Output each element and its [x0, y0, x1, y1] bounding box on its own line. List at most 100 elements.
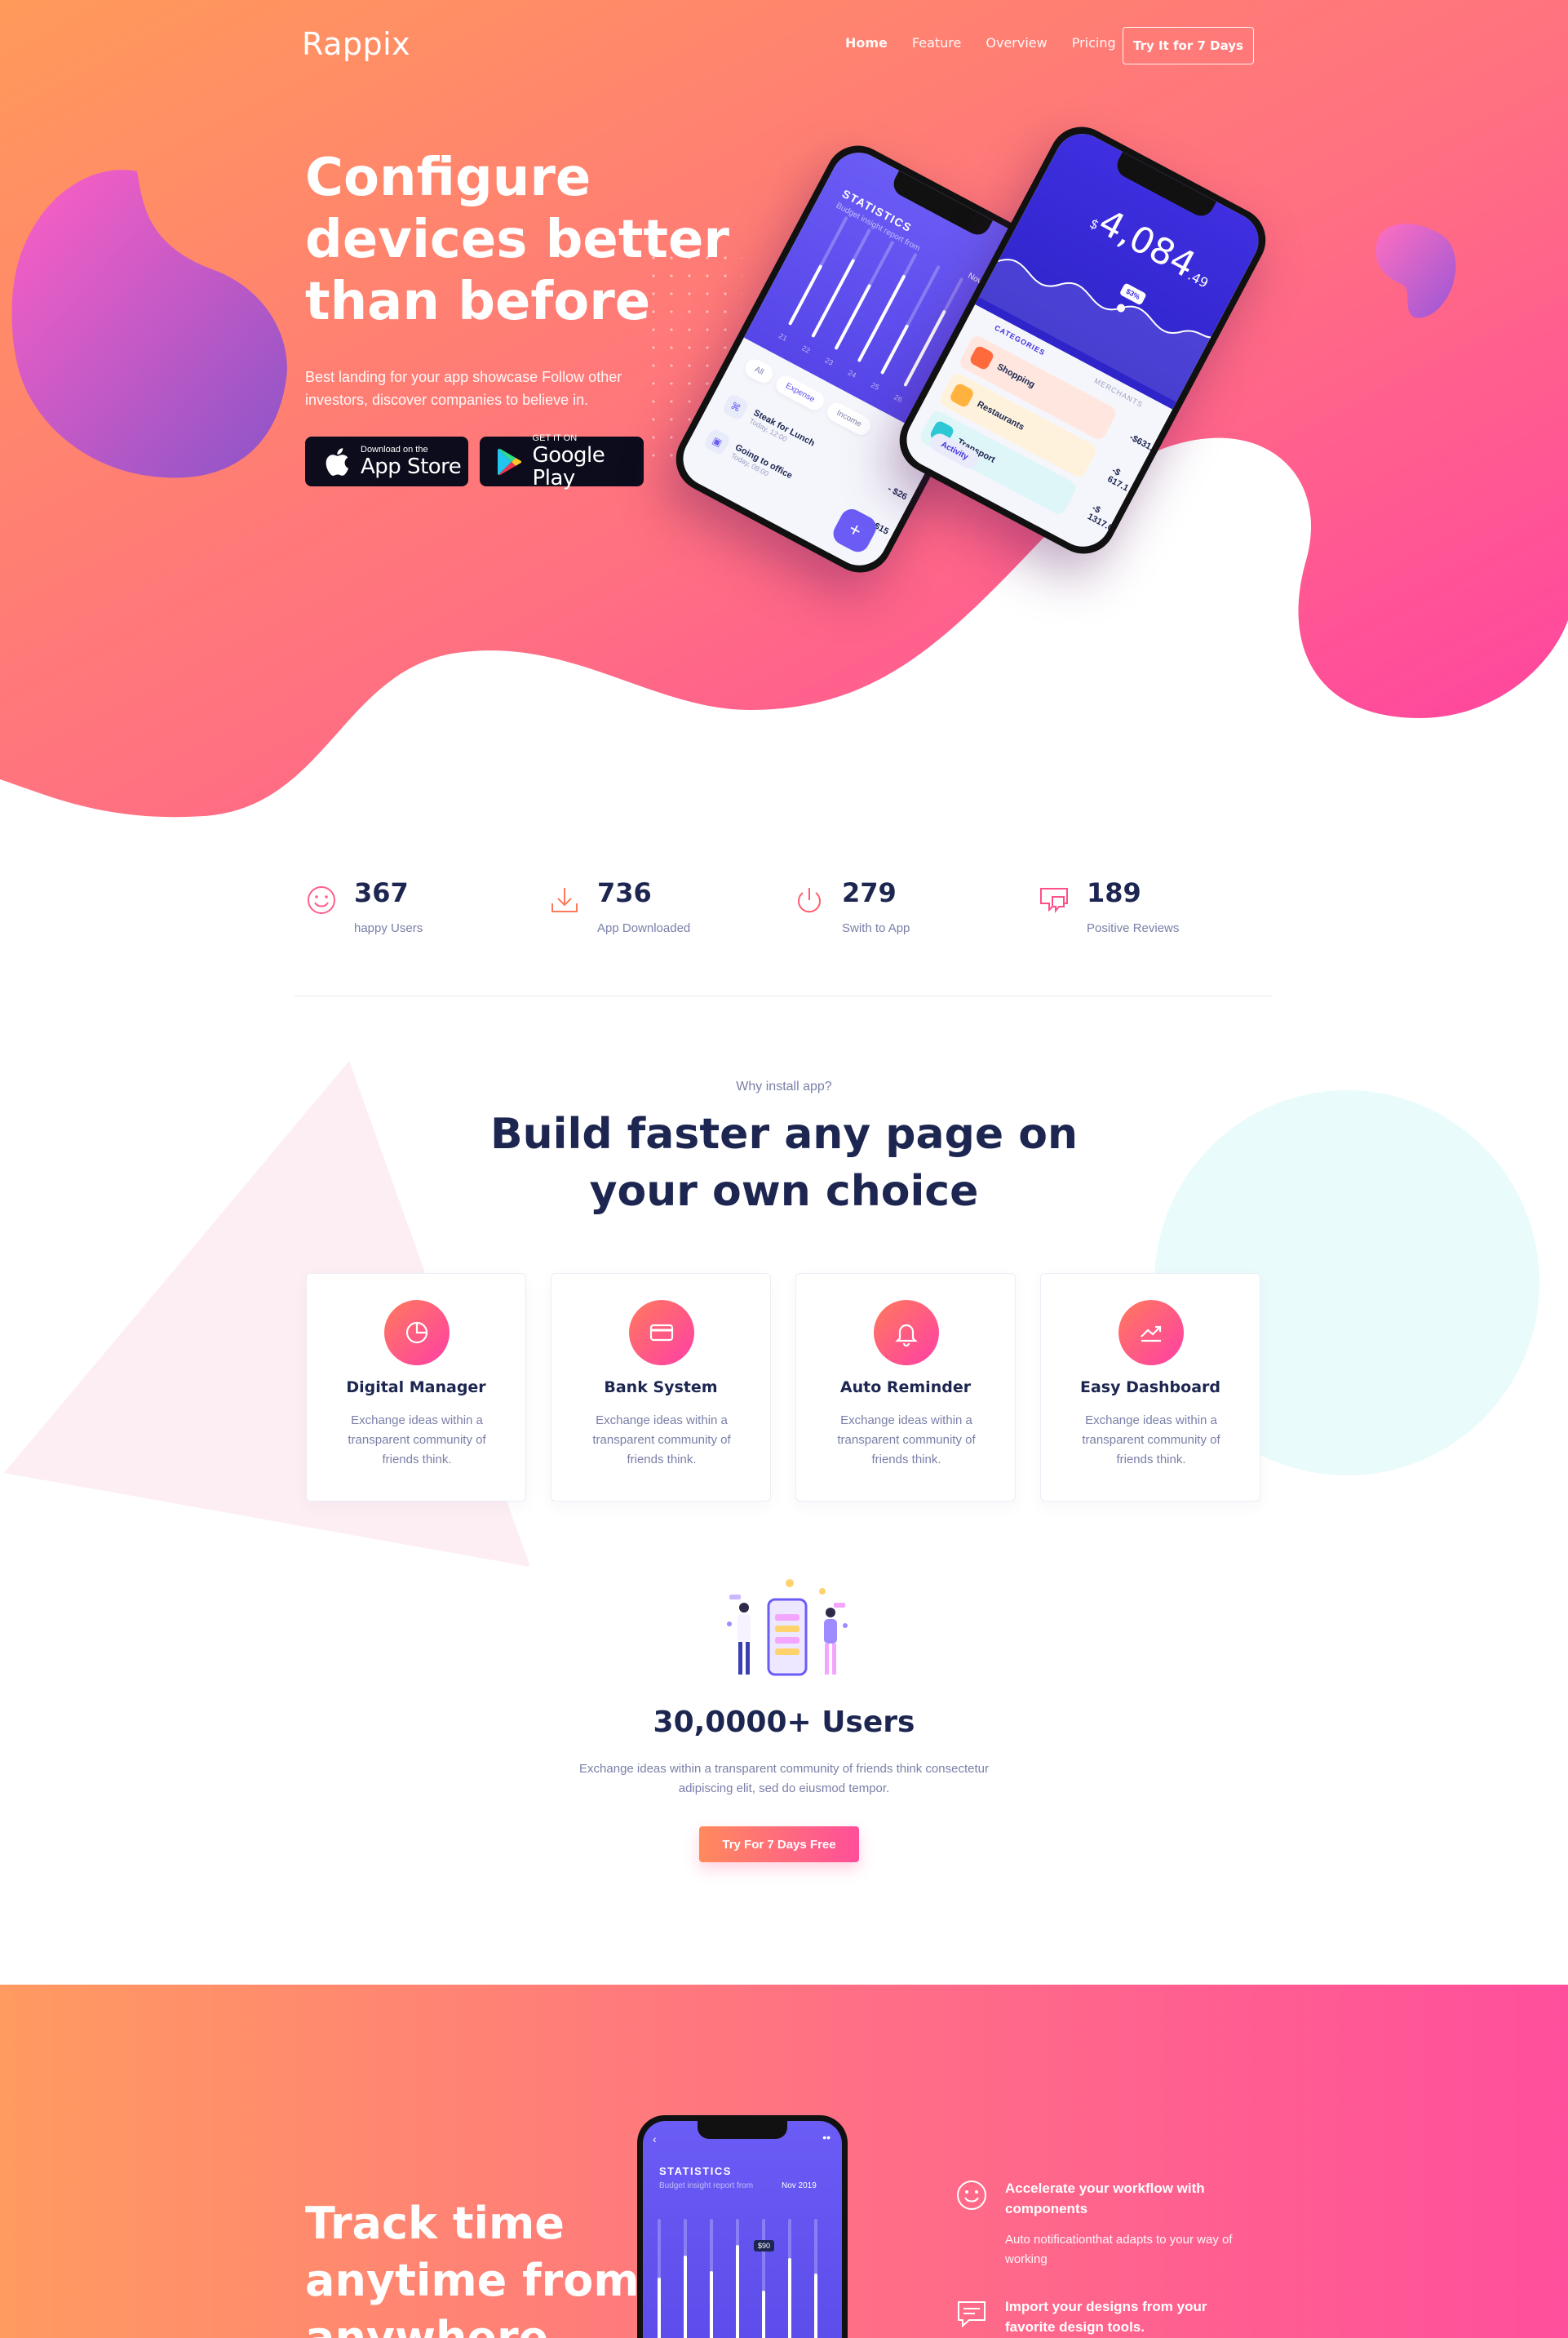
track-phone-date[interactable]: Nov 2019	[782, 2181, 817, 2190]
smile-icon	[308, 886, 335, 914]
back-arrow-icon[interactable]: ‹	[653, 2132, 657, 2145]
why-title: Build faster any page on your own choice	[490, 1110, 1078, 1216]
bar-fill	[814, 2274, 817, 2338]
stat-label: Positive Reviews	[1087, 921, 1180, 935]
try-trial-button[interactable]: Try It for 7 Days	[1123, 27, 1254, 64]
bar-fill	[710, 2271, 713, 2338]
track-phone-tag: $90	[754, 2240, 775, 2251]
track-title: Track time anytime from anywhere	[305, 2198, 640, 2338]
bar-fill	[658, 2278, 661, 2338]
shopping-bag-icon	[968, 344, 995, 371]
stat-label: happy Users	[354, 921, 423, 935]
app-store-button[interactable]: Download on the App Store	[305, 437, 468, 486]
track-phone-subtitle: Budget insight report from	[659, 2181, 754, 2190]
stat-label: App Downloaded	[597, 921, 691, 935]
category-amount: -$631.6	[1127, 432, 1160, 456]
bar-fill	[834, 283, 872, 351]
feature-title: Bank System	[604, 1378, 718, 1396]
feature-cards: Digital Manager Exchange ideas within a …	[306, 1273, 1262, 1502]
brand-logo[interactable]: Rappix	[302, 26, 410, 62]
bar-fill	[879, 324, 910, 375]
track-section: Track time anytime from anywhere ‹ •• ST…	[0, 1985, 1568, 2338]
bar-track	[684, 2219, 687, 2338]
track-phone-title: STATISTICS	[659, 2165, 732, 2177]
bar-track	[658, 2219, 661, 2338]
nav-links: Home Feature Overview Pricing	[845, 35, 1141, 51]
bar-fill	[684, 2256, 687, 2338]
feature-card[interactable]: Easy Dashboard Exchange ideas within a t…	[1040, 1273, 1260, 1502]
bar-track	[788, 2219, 791, 2338]
feature-card[interactable]: Auto Reminder Exchange ideas within a tr…	[795, 1273, 1016, 1502]
bar-track	[857, 252, 918, 363]
bar-track	[834, 240, 895, 351]
trend-up-icon	[1118, 1300, 1184, 1365]
bar-label: 22	[800, 344, 812, 355]
bar-track	[736, 2219, 739, 2338]
nav-link-home[interactable]: Home	[845, 35, 888, 51]
users-illustration	[727, 1579, 848, 1676]
bar-fill	[788, 2258, 791, 2338]
more-icon[interactable]: ••	[822, 2131, 831, 2144]
category-amount: -$ 617.1	[1105, 465, 1131, 494]
stat-value: 189	[1087, 877, 1141, 908]
category-name: Shopping	[995, 362, 1037, 390]
phone-screen: ‹ •• STATISTICS Budget insight report fr…	[643, 2121, 842, 2338]
bar-track	[811, 228, 872, 339]
phone-notch	[698, 2121, 787, 2139]
bell-icon	[874, 1300, 939, 1365]
stat-label: Swith to App	[842, 921, 910, 935]
pie-chart-icon	[384, 1300, 450, 1365]
nav-link-overview[interactable]: Overview	[986, 35, 1047, 51]
google-play-big-label: Google Play	[532, 443, 605, 490]
google-play-button[interactable]: GET IT ON Google Play	[480, 433, 644, 490]
chip-all[interactable]: All	[742, 356, 777, 387]
hero-subtitle: Best landing for your app showcase Follo…	[305, 369, 622, 408]
apple-icon	[320, 445, 354, 479]
google-play-icon	[494, 445, 526, 479]
restaurant-icon	[948, 382, 976, 409]
stat-value: 279	[842, 877, 897, 908]
feature-card[interactable]: Bank System Exchange ideas within a tran…	[551, 1273, 771, 1502]
app-store-big-label: App Store	[361, 455, 462, 479]
bar-label: 26	[893, 393, 904, 404]
credit-card-icon	[629, 1300, 694, 1365]
bar-track	[879, 264, 941, 375]
stat-value: 736	[597, 877, 652, 908]
chat-icon	[958, 2301, 986, 2328]
bar-fill	[736, 2245, 739, 2338]
why-eyebrow: Why install app?	[736, 1080, 832, 1094]
transaction-amount: - $26	[885, 484, 909, 503]
nav-link-feature[interactable]: Feature	[912, 35, 961, 51]
chat-review-icon	[1040, 888, 1068, 913]
navbar: Rappix Home Feature Overview Pricing Try…	[0, 0, 1568, 90]
track-feature-description: Auto notificationthat adapts to your way…	[1005, 2233, 1233, 2266]
chip-income[interactable]: Income	[824, 399, 875, 438]
bar-label: 21	[777, 331, 789, 343]
feature-title: Easy Dashboard	[1080, 1378, 1220, 1396]
feature-description: Exchange ideas within a transparent comm…	[348, 1413, 486, 1466]
download-icon	[551, 888, 578, 912]
bar-fill	[787, 264, 823, 326]
bar-label: 25	[869, 380, 881, 392]
nav-link-pricing[interactable]: Pricing	[1072, 35, 1116, 51]
category-amount: -$ 1317.6	[1085, 503, 1115, 534]
power-icon	[798, 888, 821, 913]
feature-title: Auto Reminder	[839, 1378, 972, 1396]
track-feature: Import your designs from your favorite d…	[955, 2296, 1248, 2338]
track-phone-mockup: ‹ •• STATISTICS Budget insight report fr…	[637, 2115, 848, 2338]
track-feature-title: Import your designs from your favorite d…	[1005, 2299, 1207, 2335]
bar-label: 23	[823, 356, 835, 367]
bar-track	[787, 215, 848, 326]
chip-expense[interactable]: Expense	[773, 372, 827, 414]
feature-description: Exchange ideas within a transparent comm…	[592, 1413, 731, 1466]
bar-fill	[762, 2291, 765, 2338]
track-feature: Accelerate your workflow with components…	[955, 2178, 1248, 2276]
smile-icon	[957, 2181, 986, 2210]
feature-card[interactable]: Digital Manager Exchange ideas within a …	[306, 1273, 526, 1502]
bar-track	[762, 2219, 765, 2338]
users-title: 30,0000+ Users	[653, 1706, 915, 1739]
bar-label: 24	[846, 368, 858, 379]
feature-title: Digital Manager	[346, 1378, 486, 1396]
users-description: Exchange ideas within a transparent comm…	[579, 1762, 989, 1795]
try-free-button[interactable]: Try For 7 Days Free	[699, 1826, 859, 1862]
